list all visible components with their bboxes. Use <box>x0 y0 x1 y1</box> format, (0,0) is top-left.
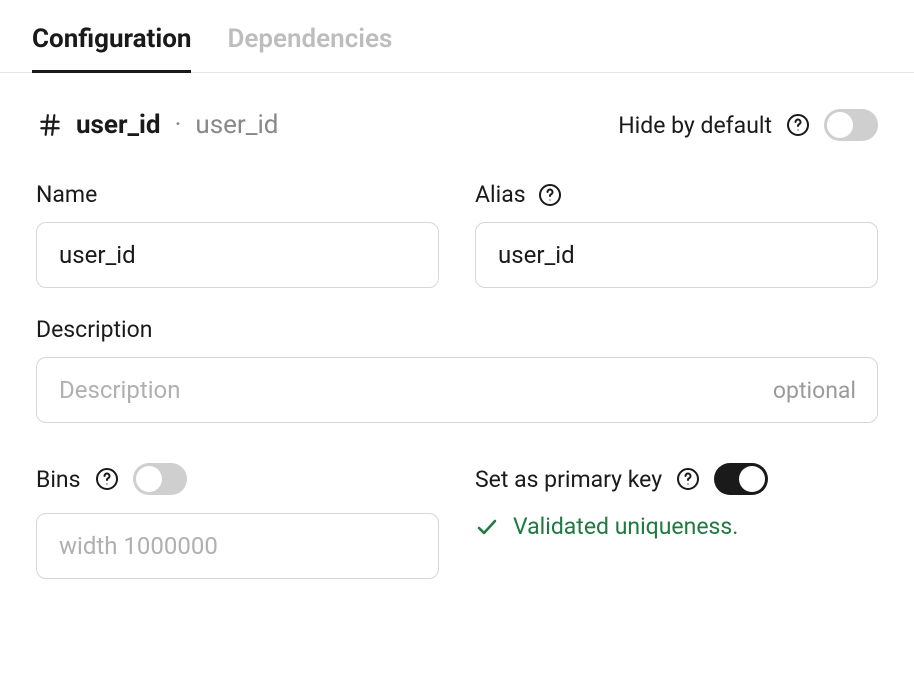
alias-input[interactable] <box>475 222 878 288</box>
help-icon[interactable] <box>676 467 700 491</box>
primary-key-label: Set as primary key <box>475 466 662 493</box>
form-grid: Name Alias Description optional <box>36 181 878 423</box>
hide-default-control: Hide by default <box>618 109 878 141</box>
name-input[interactable] <box>36 222 439 288</box>
field-header: user_id · user_id Hide by default <box>36 109 878 141</box>
hide-default-label: Hide by default <box>618 112 772 139</box>
field-title: user_id · user_id <box>36 110 278 140</box>
description-group: Description optional <box>36 316 878 423</box>
alias-group: Alias <box>475 181 878 288</box>
field-title-primary: user_id <box>76 110 161 140</box>
name-group: Name <box>36 181 439 288</box>
bins-label-row: Bins <box>36 463 439 495</box>
primary-key-validation: Validated uniqueness. <box>475 513 878 540</box>
primary-key-toggle[interactable] <box>714 463 768 495</box>
validation-message: Validated uniqueness. <box>513 513 738 540</box>
bins-input[interactable] <box>36 513 439 579</box>
bins-group: Bins <box>36 463 439 579</box>
configuration-panel: user_id · user_id Hide by default Name <box>0 109 914 615</box>
tabs-bar: Configuration Dependencies <box>0 0 914 73</box>
title-separator: · <box>175 110 182 140</box>
check-icon <box>475 515 499 539</box>
bins-toggle[interactable] <box>133 463 187 495</box>
alias-label-text: Alias <box>475 181 526 208</box>
hide-default-toggle[interactable] <box>824 109 878 141</box>
bins-label: Bins <box>36 466 81 493</box>
description-label: Description <box>36 316 878 343</box>
help-icon[interactable] <box>95 467 119 491</box>
hash-icon <box>36 111 64 139</box>
help-icon[interactable] <box>538 183 562 207</box>
description-input-wrapper: optional <box>36 357 878 423</box>
help-icon[interactable] <box>786 113 810 137</box>
field-title-secondary: user_id <box>195 110 278 140</box>
primary-key-label-row: Set as primary key <box>475 463 878 495</box>
name-label: Name <box>36 181 439 208</box>
primary-key-group: Set as primary key <box>475 463 878 579</box>
tab-configuration[interactable]: Configuration <box>32 0 191 72</box>
alias-label: Alias <box>475 181 878 208</box>
tab-dependencies[interactable]: Dependencies <box>227 0 392 72</box>
description-input[interactable] <box>36 357 878 423</box>
bottom-row: Bins Set as primary key <box>36 463 878 579</box>
